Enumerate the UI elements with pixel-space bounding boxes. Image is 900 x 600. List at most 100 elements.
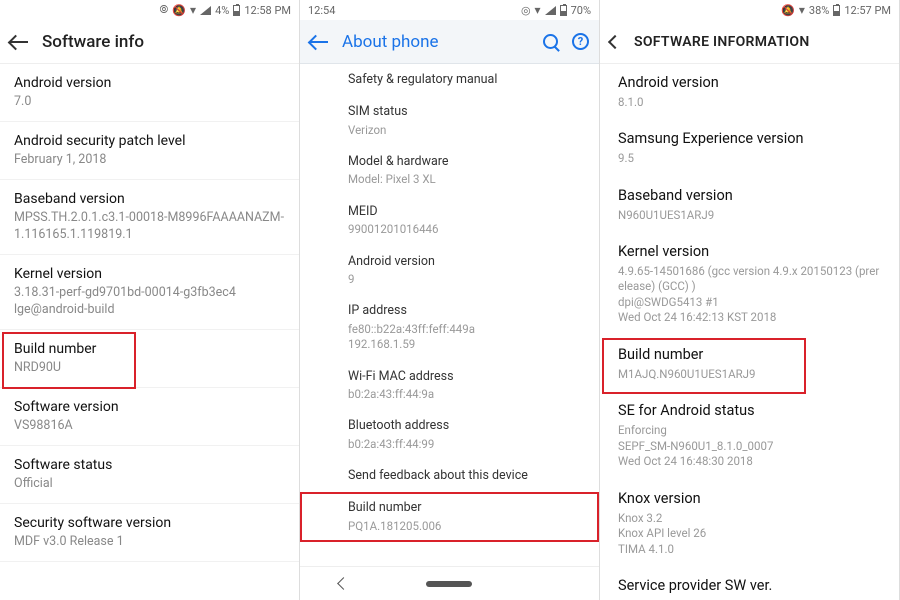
setting-row[interactable]: Software status Official — [0, 446, 299, 504]
setting-value: 4.9.65-14501686 (gcc version 4.9.x 20150… — [618, 264, 881, 326]
setting-value: MDF v3.0 Release 1 — [14, 534, 285, 551]
setting-label: Knox version — [618, 490, 881, 509]
battery-pct: 70% — [571, 4, 591, 17]
phone-lg: ⦾ 🔕 ▾ 4% 12:58 PM Software info Android … — [0, 0, 300, 600]
setting-label: Baseband version — [14, 190, 285, 208]
back-icon[interactable] — [608, 34, 622, 48]
setting-row[interactable]: Security software version MDF v3.0 Releas… — [0, 504, 299, 562]
setting-row[interactable]: Software version VS98816A — [0, 388, 299, 446]
setting-value: Model: Pixel 3 XL — [348, 172, 581, 188]
setting-value: Enforcing SEPF_SM-N960U1_8.1.0_0007 Wed … — [618, 423, 881, 470]
setting-label: Software version — [14, 398, 285, 416]
appbar: SOFTWARE INFORMATION — [600, 20, 899, 64]
setting-row[interactable]: Kernel version 3.18.31-perf-gd9701bd-0001… — [0, 255, 299, 330]
setting-row[interactable]: Baseband versionN960U1UES1ARJ9 — [600, 177, 899, 233]
help-icon[interactable]: ? — [572, 33, 589, 50]
setting-row[interactable]: IP addressfe80::b22a:43ff:feff:449a 192.… — [300, 295, 599, 360]
setting-row[interactable]: Android version 8.1.0 — [600, 64, 899, 120]
back-icon[interactable] — [10, 41, 28, 43]
setting-value: 9.5 — [618, 151, 881, 167]
settings-list[interactable]: Android version 8.1.0 Samsung Experience v… — [600, 64, 899, 600]
setting-label: Samsung Experience version — [618, 130, 881, 149]
setting-value: VS98816A — [14, 418, 285, 435]
setting-value: Verizon — [348, 123, 581, 139]
status-time: 12:58 PM — [244, 4, 291, 17]
setting-row[interactable]: Build numberM1AJQ.N960U1UES1ARJ9 — [600, 336, 899, 392]
setting-label: Android version — [348, 254, 581, 270]
setting-label: Build number — [348, 500, 581, 516]
phone-pixel: 12:54 ◎ ▾ 70% About phone ? Safety & reg… — [300, 0, 600, 600]
setting-row[interactable]: Android version 9 — [300, 246, 599, 296]
setting-value: February 1, 2018 — [14, 152, 285, 169]
setting-value: NRD90U — [14, 360, 285, 377]
status-time: 12:57 PM — [844, 4, 891, 17]
setting-label: IP address — [348, 303, 581, 319]
setting-row[interactable]: Safety & regulatory manual — [300, 64, 599, 96]
setting-row[interactable]: Service provider SW ver.SAOMC_SM-N960U1_… — [600, 567, 899, 600]
battery-pct: 4% — [215, 4, 229, 17]
setting-value: 8.1.0 — [618, 95, 881, 111]
settings-list[interactable]: Safety & regulatory manual SIM status Veri… — [300, 64, 599, 566]
setting-label: SE for Android status — [618, 402, 881, 421]
setting-row[interactable]: Samsung Experience version 9.5 — [600, 120, 899, 176]
setting-label: Wi-Fi MAC address — [348, 369, 581, 385]
setting-row[interactable]: MEID99001201016446 — [300, 196, 599, 246]
setting-label: Kernel version — [618, 243, 881, 262]
setting-value: b0:2a:43:ff:44:99 — [348, 437, 581, 453]
setting-value: Knox 3.2 Knox API level 26 TIMA 4.1.0 — [618, 511, 881, 558]
setting-value: 9 — [348, 272, 581, 288]
setting-label: Send feedback about this device — [348, 468, 581, 484]
phone-samsung: 🔕 ▾ 38% 12:57 PM SOFTWARE INFORMATION An… — [600, 0, 900, 600]
setting-row[interactable]: Kernel version 4.9.65-14501686 (gcc versi… — [600, 233, 899, 336]
setting-label: Security software version — [14, 514, 285, 532]
setting-row[interactable]: Send feedback about this device — [300, 460, 599, 492]
status-bar: 🔕 ▾ 38% 12:57 PM — [600, 0, 899, 20]
setting-row[interactable]: SE for Android status Enforcing SEPF_SM-N… — [600, 392, 899, 479]
mute-icon: 🔕 — [781, 4, 795, 17]
setting-row[interactable]: Baseband version MPSS.TH.2.0.1.c3.1-00018… — [0, 180, 299, 255]
setting-value: Official — [14, 476, 285, 493]
setting-value: MPSS.TH.2.0.1.c3.1-00018-M8996FAAAANAZM-… — [14, 210, 285, 244]
setting-label: Kernel version — [14, 265, 285, 283]
vibrate-icon: ◎ — [521, 4, 531, 17]
setting-value: M1AJQ.N960U1UES1ARJ9 — [618, 367, 881, 383]
setting-row[interactable]: Android security patch levelFebruary 1, … — [0, 122, 299, 180]
battery-icon — [833, 5, 840, 16]
page-title: Software info — [42, 32, 289, 52]
setting-value: PQ1A.181205.006 — [348, 519, 581, 535]
setting-value: 7.0 — [14, 94, 285, 111]
page-title: SOFTWARE INFORMATION — [634, 34, 889, 50]
wifi-icon: ▾ — [190, 3, 196, 17]
setting-row[interactable]: Android version7.0 — [0, 64, 299, 122]
setting-label: Software status — [14, 456, 285, 474]
setting-value: 3.18.31-perf-gd9701bd-00014-g3fb3ec4 lge… — [14, 285, 285, 319]
setting-label: Android version — [618, 74, 881, 93]
back-icon[interactable] — [310, 41, 328, 43]
settings-list[interactable]: Android version7.0Android security patch… — [0, 64, 299, 600]
setting-label: Safety & regulatory manual — [348, 72, 581, 88]
setting-value: fe80::b22a:43ff:feff:449a 192.168.1.59 — [348, 322, 581, 353]
appbar: Software info — [0, 20, 299, 64]
nav-home-icon[interactable] — [426, 581, 472, 587]
setting-label: Build number — [14, 340, 285, 358]
status-bar: 12:54 ◎ ▾ 70% — [300, 0, 599, 20]
setting-row[interactable]: Model & hardwareModel: Pixel 3 XL — [300, 146, 599, 196]
setting-label: MEID — [348, 204, 581, 220]
setting-label: Baseband version — [618, 187, 881, 206]
setting-label: SIM status — [348, 104, 581, 120]
setting-row[interactable]: Build number PQ1A.181205.006 — [300, 492, 599, 542]
setting-row[interactable]: Build number NRD90U — [0, 330, 299, 388]
nav-back-icon[interactable] — [337, 577, 350, 590]
status-time: 12:54 — [308, 4, 335, 17]
battery-icon — [560, 5, 567, 16]
setting-row[interactable]: Wi-Fi MAC address b0:2a:43:ff:44:9a — [300, 361, 599, 411]
setting-row[interactable]: Bluetooth addressb0:2a:43:ff:44:99 — [300, 410, 599, 460]
search-icon[interactable] — [543, 34, 558, 49]
setting-row[interactable]: SIM status Verizon — [300, 96, 599, 146]
signal-icon — [200, 6, 211, 15]
setting-row[interactable]: Knox version Knox 3.2 Knox API level 26 T… — [600, 480, 899, 567]
mute-icon: 🔕 — [172, 4, 186, 17]
battery-pct: 38% — [809, 4, 829, 17]
setting-value: b0:2a:43:ff:44:9a — [348, 387, 581, 403]
bluetooth-icon: ⦾ — [160, 3, 169, 17]
